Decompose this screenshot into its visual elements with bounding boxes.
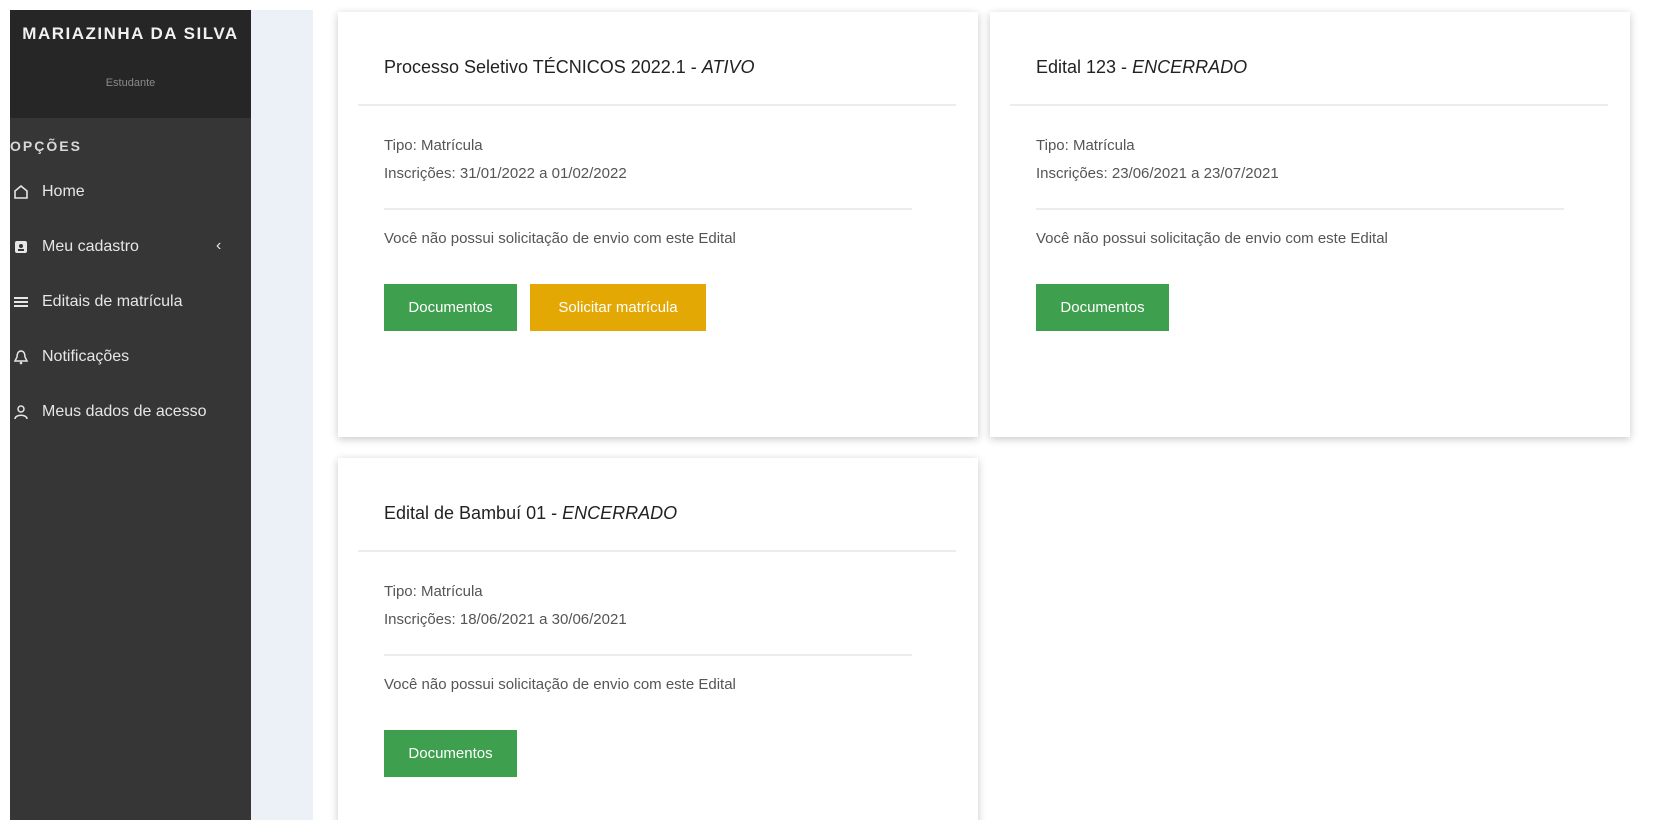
user-box: MARIAZINHA DA SILVA Estudante	[10, 10, 251, 118]
sidebar-item-meu-cadastro[interactable]: Meu cadastro ‹	[10, 227, 251, 267]
id-card-icon	[10, 239, 32, 255]
sidebar-item-label: Editais de matrícula	[42, 293, 183, 310]
card-message: Você não possui solicitação de envio com…	[384, 676, 736, 693]
card-title-text: Edital de Bambuí 01 -	[384, 503, 563, 523]
card-dates: Inscrições: 23/06/2021 a 23/07/2021	[1036, 165, 1279, 182]
request-enrollment-button[interactable]: Solicitar matrícula	[530, 284, 706, 331]
card-type: Tipo: Matrícula	[384, 137, 483, 154]
card-message: Você não possui solicitação de envio com…	[1036, 230, 1388, 247]
main-content: Processo Seletivo TÉCNICOS 2022.1 - ATIV…	[313, 0, 1653, 820]
card-title: Edital de Bambuí 01 - ENCERRADO	[384, 503, 677, 524]
user-icon	[10, 404, 32, 420]
edital-card: Edital 123 - ENCERRADO Tipo: Matrícula I…	[990, 12, 1630, 437]
edital-card: Processo Seletivo TÉCNICOS 2022.1 - ATIV…	[338, 12, 978, 437]
sidebar-item-notificacoes[interactable]: Notificações	[10, 337, 251, 377]
card-dates: Inscrições: 18/06/2021 a 30/06/2021	[384, 611, 627, 628]
bell-icon	[10, 349, 32, 365]
card-status: ENCERRADO	[562, 503, 678, 523]
edital-card: Edital de Bambuí 01 - ENCERRADO Tipo: Ma…	[338, 458, 978, 820]
card-status: ATIVO	[701, 57, 755, 77]
sidebar-item-label: Meus dados de acesso	[42, 403, 207, 420]
card-status: ENCERRADO	[1132, 57, 1248, 77]
list-icon	[10, 294, 32, 310]
divider	[1036, 208, 1564, 210]
home-icon	[10, 184, 32, 200]
sidebar-item-label: Meu cadastro	[42, 238, 139, 255]
divider	[358, 104, 956, 106]
sidebar-item-label: Home	[42, 183, 85, 200]
card-title: Edital 123 - ENCERRADO	[1036, 57, 1247, 78]
divider	[1010, 104, 1608, 106]
sidebar-section-title: OPÇÕES	[10, 138, 82, 154]
sidebar-item-label: Notificações	[42, 348, 130, 365]
sidebar-item-home[interactable]: Home	[10, 172, 251, 212]
divider	[384, 208, 912, 210]
card-title: Processo Seletivo TÉCNICOS 2022.1 - ATIV…	[384, 57, 755, 78]
page: MARIAZINHA DA SILVA Estudante OPÇÕES Hom…	[0, 0, 1653, 820]
sidebar-item-editais[interactable]: Editais de matrícula	[10, 282, 251, 322]
documents-button[interactable]: Documentos	[1036, 284, 1169, 331]
sidebar-item-dados-acesso[interactable]: Meus dados de acesso	[10, 392, 251, 432]
chevron-left-icon[interactable]: ‹	[216, 237, 221, 255]
card-type: Tipo: Matrícula	[384, 583, 483, 600]
card-type: Tipo: Matrícula	[1036, 137, 1135, 154]
divider	[358, 550, 956, 552]
documents-button[interactable]: Documentos	[384, 730, 517, 777]
sidebar: MARIAZINHA DA SILVA Estudante OPÇÕES Hom…	[10, 10, 251, 820]
user-role: Estudante	[105, 77, 156, 89]
documents-button[interactable]: Documentos	[384, 284, 517, 331]
card-title-text: Edital 123 -	[1036, 57, 1133, 77]
divider	[384, 654, 912, 656]
card-title-text: Processo Seletivo TÉCNICOS 2022.1 -	[384, 57, 702, 77]
user-name: MARIAZINHA DA SILVA	[22, 24, 239, 43]
content-gutter	[251, 10, 313, 820]
card-dates: Inscrições: 31/01/2022 a 01/02/2022	[384, 165, 627, 182]
card-message: Você não possui solicitação de envio com…	[384, 230, 736, 247]
